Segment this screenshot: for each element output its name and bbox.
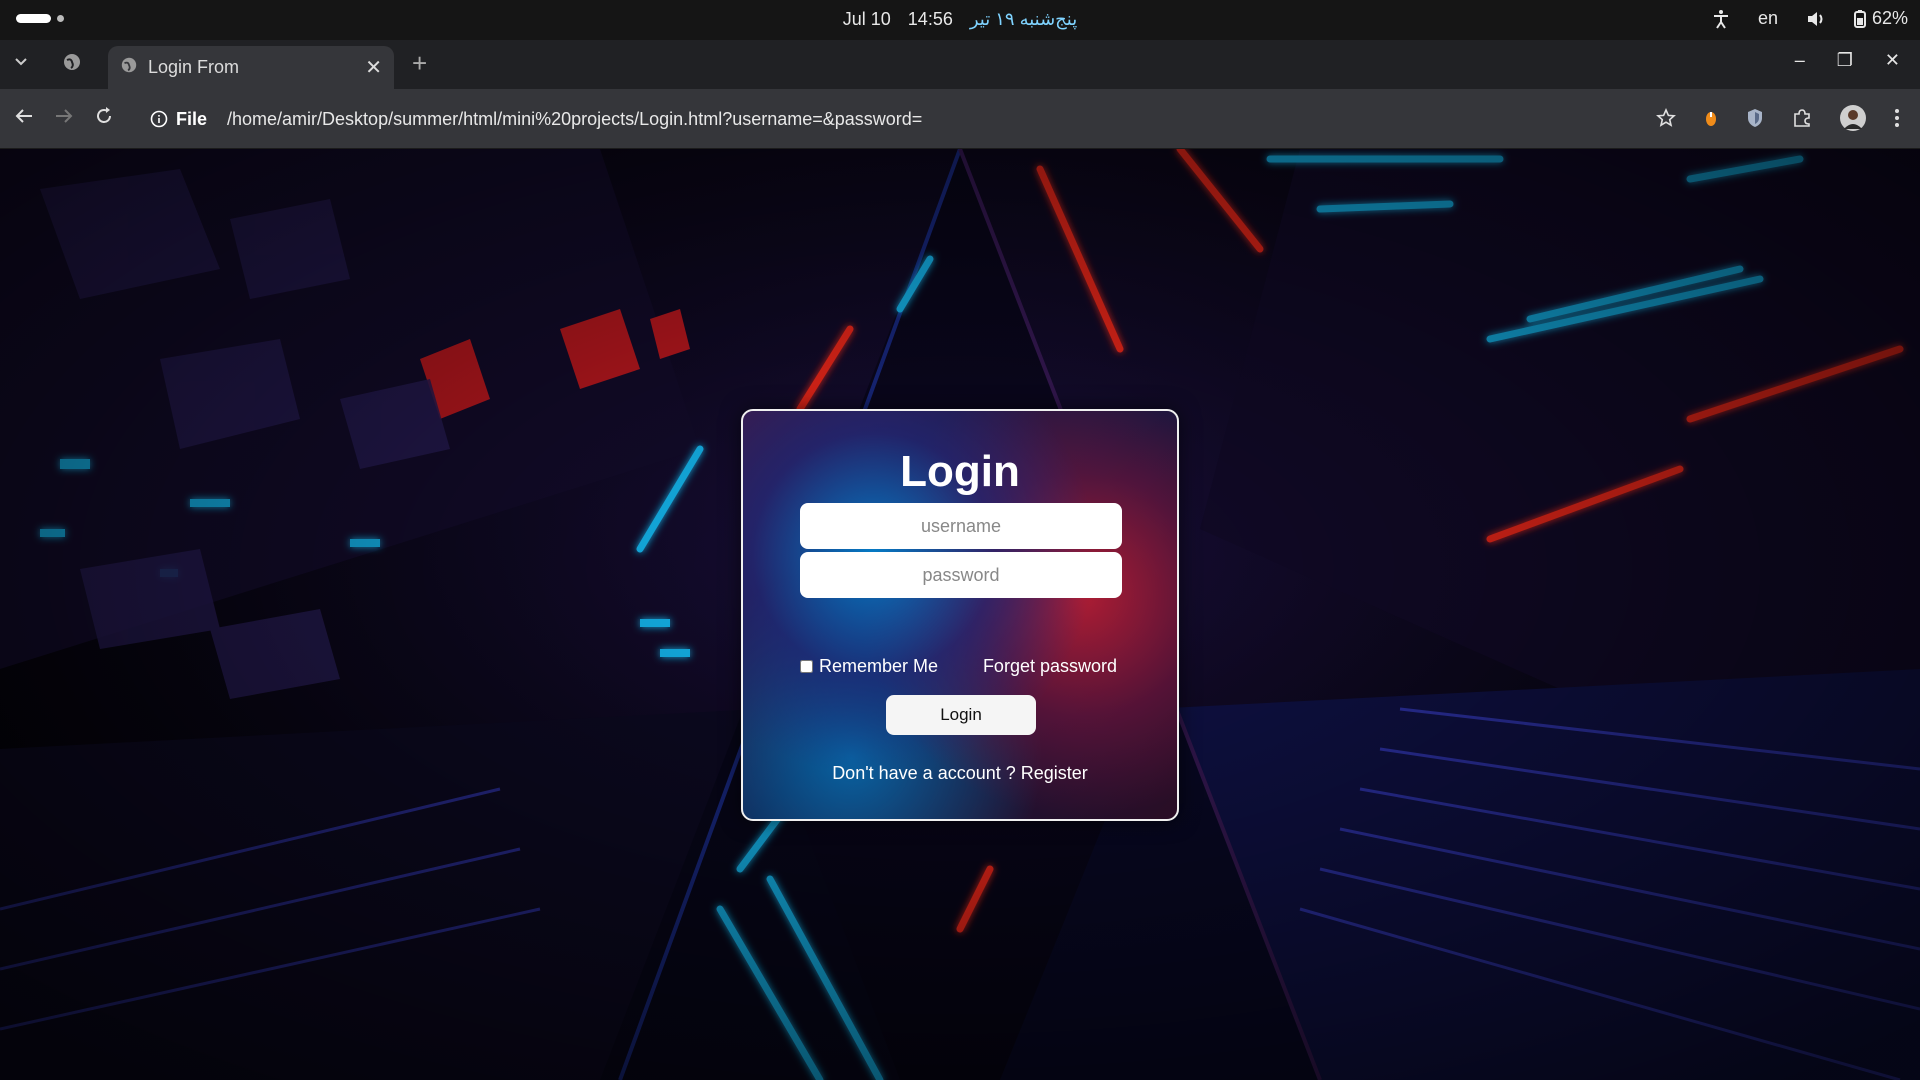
window-controls: – ❐ ✕ xyxy=(1795,50,1900,71)
remember-me-checkbox[interactable] xyxy=(800,660,813,673)
clock[interactable]: Jul 10 14:56 پنج‌شنبه ۱۹ تیر xyxy=(0,9,1920,30)
tab-search-chevron-down-icon[interactable] xyxy=(14,54,28,70)
web-page: Login Remember Me Forget password Login … xyxy=(0,149,1920,1080)
clock-date: Jul 10 xyxy=(842,9,891,29)
reload-icon[interactable] xyxy=(94,105,114,133)
navigation-buttons xyxy=(14,105,114,133)
minimize-icon[interactable]: – xyxy=(1795,50,1805,71)
address-bar[interactable]: File /home/amir/Desktop/summer/html/mini… xyxy=(150,99,1650,139)
keyboard-language[interactable]: en xyxy=(1758,8,1778,29)
screen: Jul 10 14:56 پنج‌شنبه ۱۹ تیر en 62% xyxy=(0,0,1920,1080)
system-tray[interactable]: en 62% xyxy=(1712,8,1908,29)
forget-password-link[interactable]: Forget password xyxy=(983,656,1117,677)
more-menu-icon[interactable] xyxy=(1894,108,1900,133)
register-prompt: Don't have a account ? Register xyxy=(743,763,1177,784)
system-top-bar: Jul 10 14:56 پنج‌شنبه ۱۹ تیر en 62% xyxy=(0,0,1920,40)
profile-avatar[interactable] xyxy=(1840,105,1866,136)
url-text[interactable]: /home/amir/Desktop/summer/html/mini%20pr… xyxy=(227,109,922,130)
bookmark-star-icon[interactable] xyxy=(1656,108,1676,133)
window-close-icon[interactable]: ✕ xyxy=(1885,50,1900,71)
login-card: Login Remember Me Forget password Login … xyxy=(741,409,1179,821)
accessibility-icon[interactable] xyxy=(1712,9,1730,29)
login-button[interactable]: Login xyxy=(886,695,1036,735)
back-arrow-icon[interactable] xyxy=(14,105,34,133)
info-icon xyxy=(150,110,168,128)
tab-title: Login From xyxy=(148,57,240,77)
site-info-label: File xyxy=(176,108,208,129)
tab-strip: Login From ✕ + – ❐ ✕ xyxy=(0,40,1920,89)
tab-close-icon[interactable]: ✕ xyxy=(365,55,382,80)
site-info-chip[interactable]: File xyxy=(150,109,207,130)
browser-toolbar: File /home/amir/Desktop/summer/html/mini… xyxy=(0,89,1920,149)
clock-time: 14:56 xyxy=(907,9,953,29)
forward-arrow-icon[interactable] xyxy=(54,105,74,133)
register-prompt-text: Don't have a account ? xyxy=(832,763,1016,783)
register-link[interactable]: Register xyxy=(1021,763,1088,783)
restore-icon[interactable]: ❐ xyxy=(1837,50,1853,71)
battery-icon xyxy=(1853,9,1866,28)
clock-persian-date: پنج‌شنبه ۱۹ تیر xyxy=(969,9,1078,29)
extension-orange-icon[interactable] xyxy=(1704,108,1718,133)
username-input[interactable] xyxy=(800,503,1122,549)
tab-login[interactable]: Login From ✕ xyxy=(108,46,394,89)
extensions-puzzle-icon[interactable] xyxy=(1792,108,1812,133)
remember-me-label: Remember Me xyxy=(819,656,939,676)
battery-status[interactable]: 62% xyxy=(1853,8,1908,29)
volume-icon[interactable] xyxy=(1806,10,1826,28)
remember-me[interactable]: Remember Me xyxy=(800,656,938,677)
globe-icon xyxy=(62,52,82,77)
password-input[interactable] xyxy=(800,552,1122,598)
new-tab-plus-icon[interactable]: + xyxy=(412,48,427,79)
login-title: Login xyxy=(900,447,1020,496)
shield-extension-icon[interactable] xyxy=(1746,108,1764,133)
battery-percent: 62% xyxy=(1871,8,1908,28)
toolbar-actions xyxy=(1656,105,1900,136)
tab-favicon-globe-icon xyxy=(120,56,138,79)
